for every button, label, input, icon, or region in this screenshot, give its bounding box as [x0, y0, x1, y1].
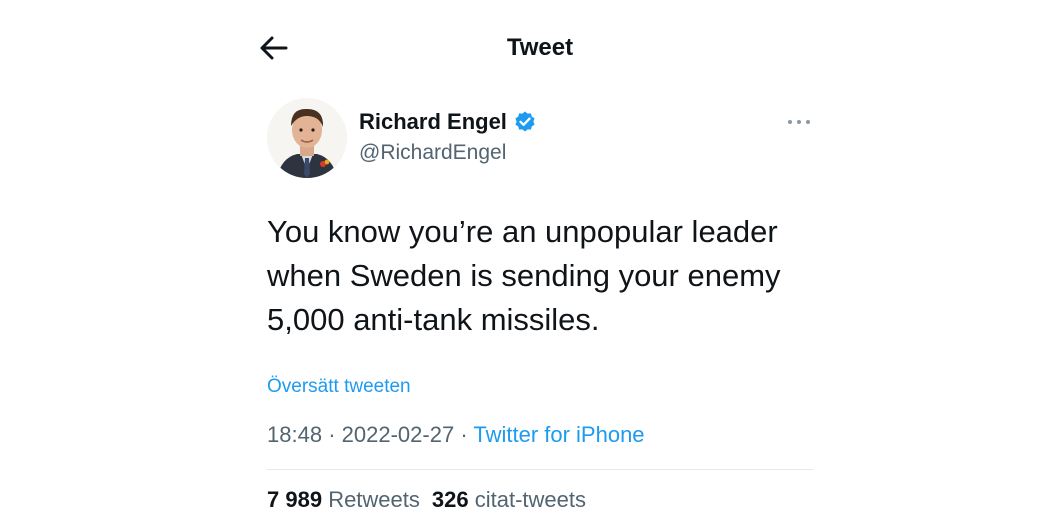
- verified-badge-icon: [515, 111, 535, 132]
- retweets-stat[interactable]: 7 989 Retweets: [267, 487, 420, 513]
- author-handle[interactable]: @RichardEngel: [359, 141, 506, 165]
- tweet-author: Richard Engel @RichardEngel: [267, 98, 813, 180]
- avatar[interactable]: [267, 98, 347, 178]
- divider: [267, 469, 813, 470]
- translate-tweet-link[interactable]: Översätt tweeten: [267, 376, 411, 398]
- tweet-text: You know you’re an unpopular leader when…: [267, 210, 827, 342]
- profile-photo: [267, 98, 347, 178]
- author-name[interactable]: Richard Engel: [359, 109, 507, 135]
- tweet-date[interactable]: 2022-02-27: [342, 422, 455, 447]
- retweets-label: Retweets: [328, 487, 420, 512]
- tweet-time[interactable]: 18:48: [267, 422, 322, 447]
- quote-tweets-label: citat-tweets: [474, 487, 587, 512]
- tweet-text-line: 5,000 anti-tank missiles.: [267, 302, 600, 337]
- tweet-text-line: You know you’re an unpopular leader: [267, 214, 778, 249]
- tweet-meta: 18:48 · 2022-02-27 · Twitter for iPhone: [267, 422, 645, 448]
- meta-separator: ·: [460, 422, 468, 447]
- top-bar: Tweet: [0, 0, 1051, 96]
- meta-separator: ·: [328, 422, 336, 447]
- quote-tweets-stat[interactable]: 326 citat-tweets: [432, 487, 586, 513]
- author-name-row: Richard Engel: [359, 109, 537, 135]
- tweet-text-line: when Sweden is sending your enemy: [267, 258, 781, 293]
- page-title: Tweet: [506, 34, 574, 61]
- more-dots-icon: [788, 120, 810, 124]
- more-options-button[interactable]: [785, 112, 813, 132]
- tweet-source-link[interactable]: Twitter for iPhone: [473, 422, 644, 447]
- retweets-count: 7 989: [267, 487, 323, 512]
- tweet-stats: 7 989 Retweets 326 citat-tweets: [267, 487, 586, 513]
- quote-tweets-count: 326: [431, 487, 469, 512]
